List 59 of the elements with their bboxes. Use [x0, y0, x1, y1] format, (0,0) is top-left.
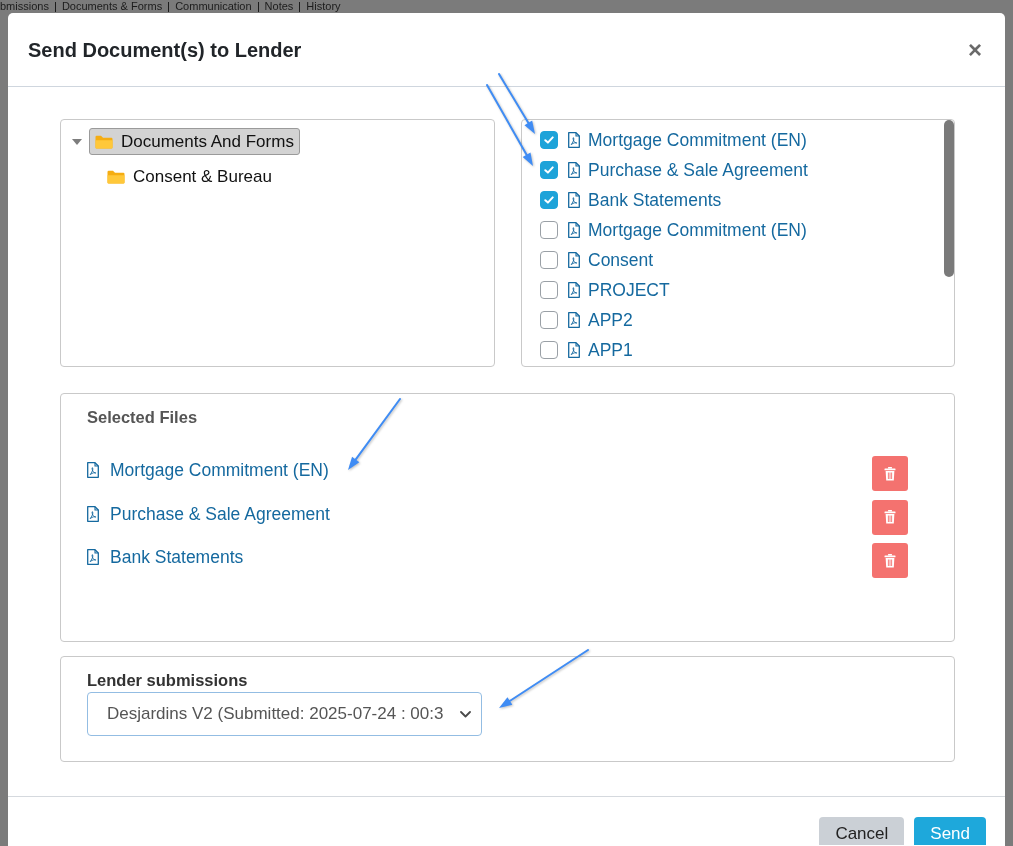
file-link[interactable]: Bank Statements: [110, 545, 244, 569]
background-nav-label: bmissions: [0, 0, 49, 13]
delete-button[interactable]: [872, 543, 908, 578]
tree-folder[interactable]: Consent & Bureau: [101, 163, 278, 190]
document-link[interactable]: Consent: [588, 248, 654, 272]
folder-icon: [107, 169, 125, 184]
checkbox[interactable]: [540, 341, 558, 359]
section-title: Selected Files: [87, 407, 198, 428]
check-icon: [544, 136, 554, 144]
checkbox[interactable]: [540, 311, 558, 329]
file-link[interactable]: Purchase & Sale Agreement: [110, 501, 330, 526]
pdf-file-icon: [568, 132, 580, 148]
pdf-file-icon: [87, 505, 99, 522]
annotation-arrow: [348, 398, 401, 470]
background-nav-label: Communication: [175, 0, 252, 13]
background-nav-label: Notes: [264, 0, 294, 13]
pdf-file-icon: [87, 462, 99, 478]
folder-icon: [95, 134, 113, 149]
document-link[interactable]: Mortgage Commitment (EN): [588, 128, 807, 152]
pdf-file-icon: [568, 162, 580, 178]
document-link[interactable]: Bank Statements: [588, 188, 722, 212]
trash-icon: [884, 553, 896, 568]
dialog-title: Send Document(s) to Lender: [28, 38, 302, 62]
caret-icon[interactable]: [72, 138, 82, 145]
checkbox[interactable]: [540, 161, 558, 179]
checkbox[interactable]: [540, 191, 558, 209]
delete-button[interactable]: [872, 499, 908, 535]
pdf-file-icon: [568, 252, 580, 268]
check-icon: [544, 196, 554, 204]
pdf-file-icon: [568, 282, 580, 298]
checkbox[interactable]: [540, 131, 558, 149]
pdf-file-icon: [87, 549, 99, 565]
scrollbar-thumb[interactable]: [944, 120, 954, 277]
annotation-arrow: [498, 73, 535, 134]
submission-select[interactable]: Desjardins V2 (Submitted: 2025-07-24 : 00:3: [87, 692, 482, 736]
document-link[interactable]: Purchase & Sale Agreement: [588, 158, 808, 182]
close-button[interactable]: ×: [965, 37, 985, 62]
tree-folder[interactable]: Documents And Forms: [89, 128, 300, 155]
pdf-file-icon: [568, 342, 580, 358]
document-link[interactable]: PROJECT: [588, 278, 670, 302]
field-label: Lender submissions: [87, 670, 248, 691]
check-icon: [544, 166, 554, 174]
trash-icon: [884, 466, 896, 481]
background-nav-label: Documents & Forms: [61, 0, 163, 13]
checkbox[interactable]: [540, 251, 558, 269]
document-link[interactable]: Mortgage Commitment (EN): [588, 218, 807, 242]
document-link[interactable]: APP1: [588, 338, 633, 362]
checkbox[interactable]: [540, 221, 558, 239]
pdf-file-icon: [568, 192, 580, 208]
background-nav-label: History: [306, 0, 341, 13]
cancel-button[interactable]: Cancel: [819, 817, 905, 845]
chevron-down-icon: [460, 710, 471, 718]
checkbox[interactable]: [540, 281, 558, 299]
trash-icon: [884, 510, 896, 524]
document-link[interactable]: APP2: [588, 308, 633, 332]
file-link[interactable]: Mortgage Commitment (EN): [110, 458, 329, 482]
delete-button[interactable]: [872, 456, 908, 491]
pdf-file-icon: [568, 222, 580, 238]
pdf-file-icon: [568, 312, 580, 328]
